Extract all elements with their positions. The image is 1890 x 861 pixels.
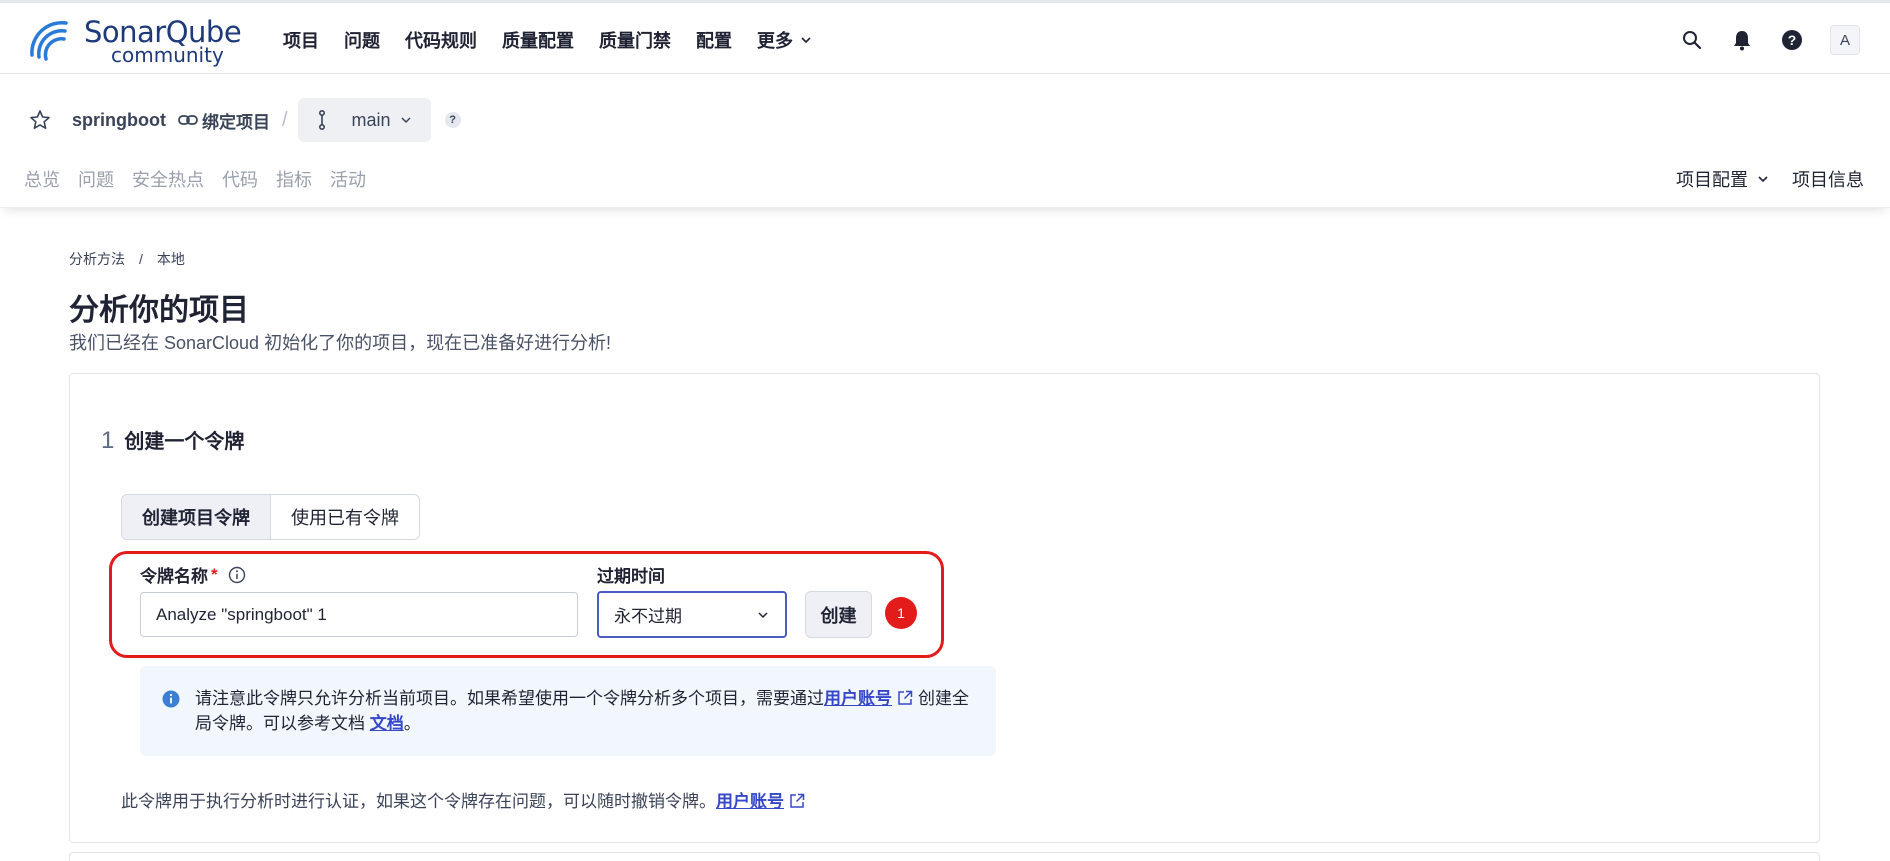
user-avatar[interactable]: A [1830, 25, 1860, 55]
page-title: 分析你的项目 [69, 294, 249, 327]
project-breadcrumb: springboot 绑定项目 / main ? [28, 98, 461, 142]
search-icon[interactable] [1680, 28, 1704, 52]
annotation-badge: 1 [885, 597, 917, 629]
top-navbar: SonarQube community 项目 问题 代码规则 质量配置 质量门禁… [0, 0, 1890, 74]
expiry-select[interactable]: 永不过期 [597, 591, 787, 638]
project-tabs: 总览 问题 安全热点 代码 指标 活动 [24, 166, 366, 192]
user-account-link[interactable]: 用户账号 [824, 689, 892, 708]
expiry-select-value: 永不过期 [614, 607, 682, 626]
page-subtitle: 我们已经在 SonarCloud 初始化了你的项目，现在已准备好进行分析! [69, 333, 612, 353]
logo-edition: community [111, 43, 224, 67]
tab-security-hotspots[interactable]: 安全热点 [132, 166, 204, 192]
expiry-label: 过期时间 [597, 567, 665, 586]
nav-more-label: 更多 [757, 31, 793, 51]
breadcrumb-local: 本地 [156, 251, 185, 267]
token-scope-notice: 请注意此令牌只允许分析当前项目。如果希望使用一个令牌分析多个项目，需要通过用户账… [140, 666, 996, 756]
tab-code[interactable]: 代码 [222, 166, 258, 192]
svg-text:?: ? [1788, 32, 1797, 48]
project-header: springboot 绑定项目 / main ? 总览 问题 安全热点 代码 指… [0, 74, 1890, 208]
project-right-nav: 项目配置 项目信息 [1676, 166, 1864, 192]
nav-quality-profiles[interactable]: 质量配置 [502, 27, 574, 53]
nav-more[interactable]: 更多 [757, 27, 813, 53]
token-name-input[interactable] [140, 592, 578, 637]
link-icon [178, 115, 198, 125]
breadcrumb-separator: / [281, 108, 288, 131]
nav-quality-gates[interactable]: 质量门禁 [599, 27, 671, 53]
notification-bell-icon[interactable] [1730, 28, 1754, 52]
breadcrumb-separator: / [139, 251, 143, 267]
branch-name: main [351, 109, 391, 130]
token-name-label: 令牌名称 * [140, 562, 246, 587]
top-actions: ? A [1680, 25, 1860, 55]
footer-user-account-link[interactable]: 用户账号 [716, 792, 784, 811]
page-breadcrumb: 分析方法 / 本地 [69, 249, 185, 269]
branch-help-icon[interactable]: ? [444, 112, 461, 128]
branch-icon [318, 110, 325, 130]
chevron-down-icon [1758, 176, 1768, 183]
required-mark: * [211, 564, 218, 584]
footer-text: 此令牌用于执行分析时进行认证，如果这个令牌存在问题，可以随时撤销令牌。 [121, 792, 716, 811]
token-step-card: 1 创建一个令牌 创建项目令牌 使用已有令牌 令牌名称 * 过期时间 永不过期 … [69, 373, 1820, 843]
notice-text-a: 请注意此令牌只允许分析当前项目。如果希望使用一个令牌分析多个项目，需要通过 [195, 689, 824, 708]
token-footer-note: 此令牌用于执行分析时进行认证，如果这个令牌存在问题，可以随时撤销令牌。用户账号 [121, 787, 810, 812]
create-token-button[interactable]: 创建 [805, 591, 872, 638]
info-icon [162, 690, 180, 708]
nav-projects[interactable]: 项目 [283, 27, 319, 53]
help-icon[interactable]: ? [1780, 28, 1804, 52]
favorite-star-icon[interactable] [28, 108, 52, 132]
external-link-icon [790, 793, 805, 808]
external-link-icon [898, 690, 913, 705]
step-title: 创建一个令牌 [124, 431, 245, 453]
docs-link[interactable]: 文档 [370, 714, 404, 733]
step-header: 1 创建一个令牌 [101, 425, 244, 455]
chevron-down-icon [758, 611, 768, 618]
nav-administration[interactable]: 配置 [696, 27, 732, 53]
next-step-card [69, 852, 1820, 861]
tab-issues[interactable]: 问题 [78, 166, 114, 192]
project-info-link[interactable]: 项目信息 [1792, 166, 1864, 192]
toggle-use-existing-token[interactable]: 使用已有令牌 [271, 495, 419, 539]
notice-text: 请注意此令牌只允许分析当前项目。如果希望使用一个令牌分析多个项目，需要通过用户账… [195, 686, 985, 736]
project-name[interactable]: springboot [72, 110, 166, 131]
info-icon[interactable] [228, 566, 246, 584]
nav-rules[interactable]: 代码规则 [405, 27, 477, 53]
token-mode-toggle: 创建项目令牌 使用已有令牌 [121, 494, 420, 540]
tab-measures[interactable]: 指标 [276, 166, 312, 192]
breadcrumb-analysis-method[interactable]: 分析方法 [69, 251, 125, 267]
main-nav: 项目 问题 代码规则 质量配置 质量门禁 配置 更多 [283, 3, 838, 77]
step-number: 1 [101, 427, 115, 454]
chevron-down-icon [801, 37, 811, 44]
bind-project-link[interactable]: 绑定项目 [178, 108, 270, 133]
sonarqube-logo[interactable]: SonarQube community [28, 13, 242, 67]
tab-activity[interactable]: 活动 [330, 166, 366, 192]
toggle-create-project-token[interactable]: 创建项目令牌 [122, 495, 271, 539]
chevron-down-icon [401, 117, 411, 124]
project-settings-menu[interactable]: 项目配置 [1676, 166, 1770, 192]
token-name-label-text: 令牌名称 [140, 567, 208, 586]
tab-overview[interactable]: 总览 [24, 166, 60, 192]
notice-text-end: 。 [403, 714, 421, 733]
sonar-waves-icon [30, 20, 68, 61]
bind-project-label: 绑定项目 [201, 112, 270, 132]
project-settings-label: 项目配置 [1676, 170, 1748, 190]
nav-issues[interactable]: 问题 [344, 27, 380, 53]
branch-selector[interactable]: main [297, 98, 431, 142]
